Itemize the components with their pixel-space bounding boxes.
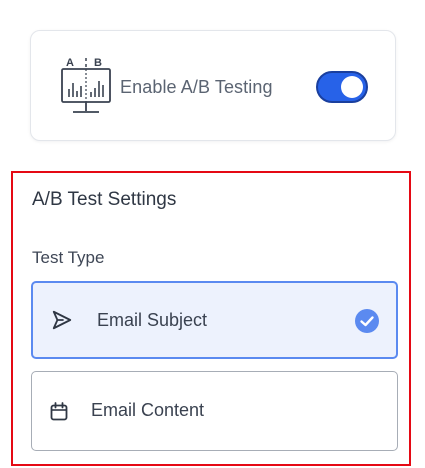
option-email-content[interactable]: Email Content <box>31 371 398 451</box>
send-icon <box>52 310 72 330</box>
ab-testing-card: A B Enable A/B Testing <box>30 30 396 141</box>
icon-letter-a: A <box>66 57 74 69</box>
option-label: Email Subject <box>97 310 208 330</box>
ab-testing-chart-icon: A B <box>61 57 111 113</box>
settings-title: A/B Test Settings <box>32 189 177 210</box>
option-email-subject[interactable]: Email Subject <box>31 281 398 359</box>
enable-ab-testing-label: Enable A/B Testing <box>120 77 273 97</box>
ab-testing-toggle[interactable] <box>316 71 368 103</box>
option-label: Email Content <box>91 400 205 420</box>
test-type-label: Test Type <box>32 248 105 267</box>
ab-test-settings-panel: A/B Test Settings Test Type Email Subjec… <box>11 171 411 466</box>
check-circle-icon <box>355 309 379 333</box>
calendar-icon <box>50 402 68 421</box>
icon-letter-b: B <box>94 57 102 69</box>
toggle-knob <box>341 76 363 98</box>
